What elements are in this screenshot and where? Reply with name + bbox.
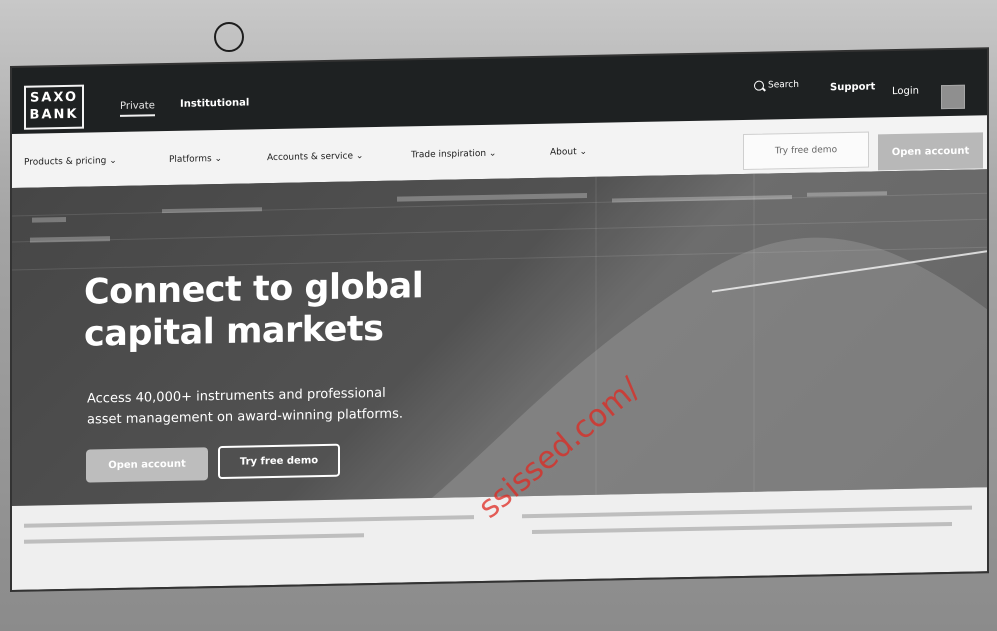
notice-line [532, 521, 952, 535]
try-demo-button[interactable]: Try free demo [743, 131, 869, 170]
hero-title-line-2: capital markets [84, 308, 384, 355]
search-link[interactable]: Search [754, 80, 799, 91]
saxo-bank-logo[interactable]: SAXO BANK [24, 84, 84, 130]
notice-line [24, 533, 364, 544]
notice-line [24, 515, 474, 528]
menu-accounts-service[interactable]: Accounts & service ⌄ [267, 151, 363, 163]
search-icon [754, 80, 764, 91]
camera-icon [214, 22, 244, 52]
notice-line [522, 505, 972, 519]
menu-platforms[interactable]: Platforms ⌄ [169, 154, 222, 165]
support-link[interactable]: Support [830, 81, 875, 93]
hero-open-account-button[interactable]: Open account [86, 447, 208, 483]
menu-products-pricing[interactable]: Products & pricing ⌄ [24, 156, 117, 168]
user-menu-icon[interactable] [941, 84, 965, 110]
nav-institutional[interactable]: Institutional [180, 97, 249, 109]
search-label: Search [768, 79, 799, 91]
hero-title: Connect to global capital markets [84, 265, 423, 356]
hero-try-demo-button[interactable]: Try free demo [218, 443, 340, 480]
hero-title-line-1: Connect to global [84, 266, 424, 313]
hero-banner: Connect to global capital markets Access… [12, 169, 987, 506]
menu-trade-inspiration[interactable]: Trade inspiration ⌄ [411, 149, 496, 161]
hero-subtitle: Access 40,000+ instruments and professio… [87, 382, 403, 430]
nav-private[interactable]: Private [120, 100, 155, 112]
menu-about[interactable]: About ⌄ [550, 147, 587, 158]
logo-line-2: BANK [29, 106, 79, 123]
logo-line-1: SAXO [29, 89, 79, 106]
login-link[interactable]: Login [892, 86, 919, 98]
open-account-button[interactable]: Open account [878, 132, 983, 171]
